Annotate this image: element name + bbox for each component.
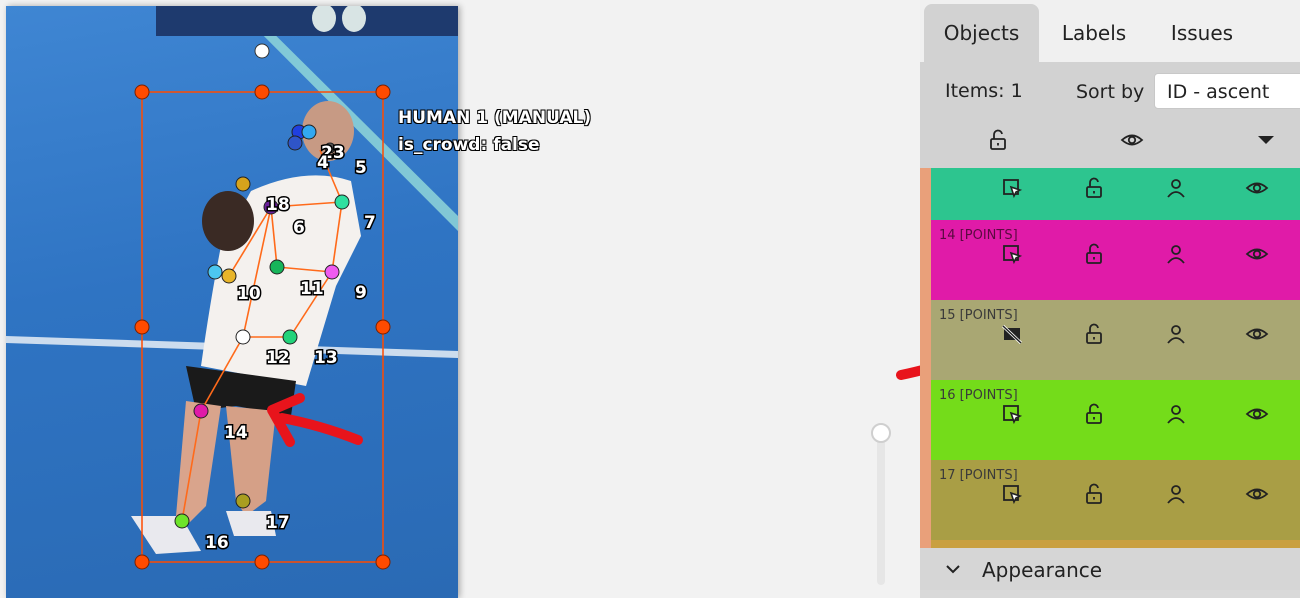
row-label: 14 [POINTS] — [939, 228, 1018, 243]
select-icon[interactable] — [1000, 402, 1024, 426]
annotation-arrow — [267, 393, 363, 447]
tab-objects[interactable]: Objects — [924, 4, 1039, 62]
handle-bottom-left[interactable] — [134, 554, 150, 570]
object-attribute: is_crowd: false — [398, 135, 540, 155]
unlock-icon[interactable] — [1082, 242, 1106, 266]
keypoint-label: 14 — [224, 423, 248, 443]
unlock-icon[interactable] — [1082, 402, 1106, 426]
sort-select[interactable]: ID - ascent — [1154, 73, 1300, 109]
keypoint-label: 5 — [355, 158, 367, 178]
handle-middle-left[interactable] — [134, 319, 150, 335]
eye-icon[interactable] — [1245, 402, 1269, 426]
annotation-overlay: 23 4 5 18 6 7 10 11 9 12 13 14 17 16 — [134, 43, 391, 570]
hidden-icon[interactable] — [1000, 322, 1024, 346]
person-icon[interactable] — [1164, 176, 1188, 200]
row-label: 15 [POINTS] — [939, 308, 1018, 323]
keypoints[interactable] — [174, 124, 350, 529]
handle-middle-right[interactable] — [375, 319, 391, 335]
row-label: 17 [POINTS] — [939, 468, 1018, 483]
keypoint[interactable] — [334, 194, 350, 210]
zoom-slider-track[interactable] — [877, 440, 885, 585]
keypoint-label: 16 — [205, 533, 229, 553]
keypoint[interactable] — [207, 264, 223, 280]
keypoint[interactable] — [174, 513, 190, 529]
zoom-slider-thumb[interactable] — [871, 423, 891, 443]
select-icon[interactable] — [1000, 482, 1024, 506]
handle-top-left[interactable] — [134, 84, 150, 100]
eye-icon[interactable] — [1120, 128, 1144, 152]
keypoint-label: 9 — [355, 283, 367, 303]
appearance-section[interactable]: Appearance — [920, 548, 1300, 590]
bounding-box[interactable] — [141, 91, 384, 563]
keypoint[interactable] — [301, 124, 317, 140]
caret-down-icon[interactable] — [1254, 128, 1278, 152]
eye-icon[interactable] — [1245, 242, 1269, 266]
keypoint[interactable] — [269, 259, 285, 275]
keypoint[interactable] — [282, 329, 298, 345]
person-icon[interactable] — [1164, 482, 1188, 506]
sidebar-tabs: Objects Labels Issues — [920, 0, 1300, 62]
tab-labels[interactable]: Labels — [1046, 4, 1142, 62]
handle-bottom-right[interactable] — [375, 554, 391, 570]
unlock-icon[interactable] — [1082, 322, 1106, 346]
rotation-handle[interactable] — [254, 43, 270, 59]
person-icon[interactable] — [1164, 322, 1188, 346]
keypoint[interactable] — [235, 176, 251, 192]
select-icon[interactable] — [1000, 176, 1024, 200]
keypoint[interactable] — [324, 264, 340, 280]
items-count: Items: 1 — [945, 80, 1023, 102]
list-item[interactable] — [931, 168, 1300, 220]
unlock-icon[interactable] — [986, 128, 1010, 152]
eye-icon[interactable] — [1245, 482, 1269, 506]
select-icon[interactable] — [1000, 242, 1024, 266]
keypoint-label: 7 — [364, 213, 376, 233]
list-item[interactable]: 16 [POINTS] — [931, 380, 1300, 460]
handle-bottom-middle[interactable] — [254, 554, 270, 570]
keypoint-label: 11 — [300, 279, 324, 299]
tab-issues[interactable]: Issues — [1152, 4, 1252, 62]
appearance-label: Appearance — [982, 558, 1103, 582]
keypoint[interactable] — [193, 403, 209, 419]
keypoint[interactable] — [287, 135, 303, 151]
unlock-icon[interactable] — [1082, 176, 1106, 200]
keypoint-label: 4 — [317, 153, 329, 173]
list-item[interactable]: 15 [POINTS] — [931, 300, 1300, 380]
chevron-down-icon — [946, 565, 960, 574]
sort-label: Sort by — [1076, 81, 1145, 103]
handle-top-middle[interactable] — [254, 84, 270, 100]
list-item[interactable]: 17 [POINTS] — [931, 460, 1300, 540]
handle-top-right[interactable] — [375, 84, 391, 100]
keypoint[interactable] — [235, 493, 251, 509]
person-icon[interactable] — [1164, 402, 1188, 426]
skeleton-lines — [181, 149, 343, 522]
unlock-icon[interactable] — [1082, 482, 1106, 506]
keypoint-label: 6 — [293, 218, 305, 238]
canvas-area[interactable]: 23 4 5 18 6 7 10 11 9 12 13 14 17 16 HUM… — [0, 0, 972, 598]
keypoint-label: 18 — [266, 195, 290, 215]
keypoint-labels: 23 4 5 18 6 7 10 11 9 12 13 14 17 16 — [204, 142, 378, 555]
keypoint-label: 12 — [266, 348, 290, 368]
bbox-handles[interactable] — [134, 84, 391, 570]
person-icon[interactable] — [1164, 242, 1188, 266]
eye-icon[interactable] — [1245, 322, 1269, 346]
keypoint-label: 10 — [237, 284, 261, 304]
keypoint-label: 17 — [266, 513, 290, 533]
row-label: 16 [POINTS] — [939, 388, 1018, 403]
objects-sidebar: Objects Labels Issues Items: 1 Sort by I… — [920, 0, 1300, 598]
objects-header: Items: 1 Sort by ID - ascent — [920, 62, 1300, 168]
keypoint[interactable] — [221, 268, 237, 284]
keypoint-label: 13 — [314, 348, 338, 368]
keypoint[interactable] — [235, 329, 251, 345]
list-item[interactable]: 14 [POINTS] — [931, 220, 1300, 300]
object-title: HUMAN 1 (MANUAL) — [398, 108, 592, 128]
eye-icon[interactable] — [1245, 176, 1269, 200]
list-item-partial — [931, 540, 1300, 548]
objects-list: 14 [POINTS] 15 [POINTS] 16 [POINTS] 17 [… — [920, 168, 1300, 548]
